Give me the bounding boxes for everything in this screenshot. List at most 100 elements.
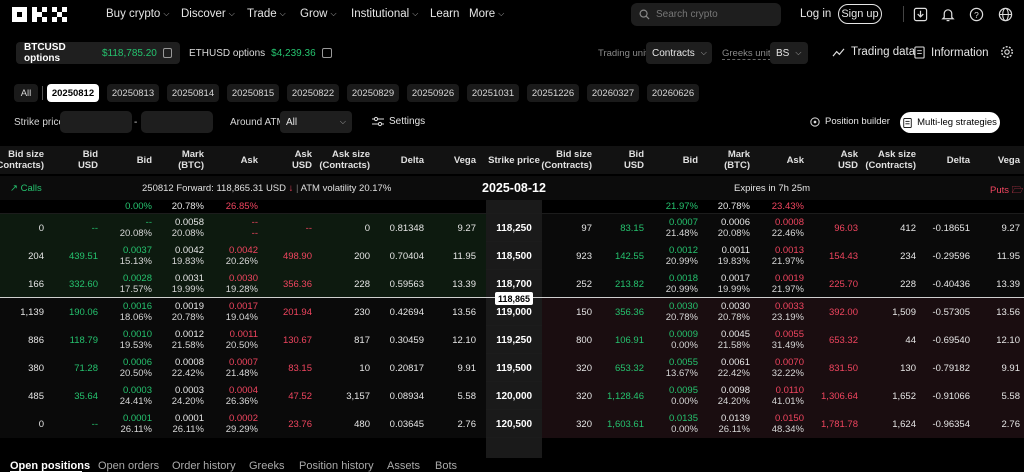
call-cell-4[interactable]: 0.0030 19.28% — [208, 270, 262, 298]
copy-icon[interactable] — [321, 48, 332, 58]
put-cell-2[interactable]: 0.0055 13.67% — [648, 354, 702, 382]
date-chip-20250926[interactable]: 20250926 — [407, 84, 459, 102]
date-chip-20250822[interactable]: 20250822 — [287, 84, 339, 102]
table-row[interactable]: 485 35.64 0.0003 24.41% 0.0003 24.20% 0.0004 26… — [0, 382, 1024, 410]
calls-trend-icon: ↗ — [10, 183, 18, 194]
table-row[interactable]: 380 71.28 0.0006 20.50% 0.0008 22.42% 0.0007 21… — [0, 354, 1024, 382]
table-row[interactable]: 0 -- -- 20.08% 0.0058 20.08% -- -- -- 0 0.81348 9.2… — [0, 214, 1024, 242]
call-cell-2[interactable]: 0.0028 17.57% — [102, 270, 156, 298]
around-atm-select[interactable]: All ⌵ — [280, 111, 352, 133]
globe-icon[interactable] — [996, 5, 1014, 23]
nav-trade[interactable]: Trade ⌵ — [247, 8, 286, 20]
tab-assets[interactable]: Assets — [387, 460, 420, 472]
call-cell-2[interactable]: 0.0003 24.41% — [102, 382, 156, 410]
date-chip-all[interactable]: All — [14, 84, 38, 102]
date-chip-20260327[interactable]: 20260327 — [587, 84, 639, 102]
tab-greeks[interactable]: Greeks — [249, 460, 284, 472]
market-ethusd-options[interactable]: ETHUSD options $4,239.36 — [181, 42, 340, 64]
date-chip-20250812[interactable]: 20250812 — [47, 84, 99, 102]
help-icon[interactable]: ? — [967, 5, 985, 23]
put-cell-4[interactable]: 0.0033 23.19% — [754, 298, 808, 326]
put-cell-2[interactable]: 0.0018 20.99% — [648, 270, 702, 298]
put-cell-2[interactable]: 0.0007 21.48% — [648, 214, 702, 242]
date-chip-20260626[interactable]: 20260626 — [647, 84, 699, 102]
put-cell-2[interactable]: 0.0095 0.00% — [648, 382, 702, 410]
date-chip-20251031[interactable]: 20251031 — [467, 84, 519, 102]
nav-learn[interactable]: Learn — [430, 8, 459, 20]
put-cell-4[interactable]: 0.0008 22.46% — [754, 214, 808, 242]
put-cell-3: 0.0011 19.83% — [717, 245, 750, 267]
date-chip-20251226[interactable]: 20251226 — [527, 84, 579, 102]
put-cell-0: 252 — [576, 278, 592, 290]
call-cell-4[interactable]: 0.0002 29.29% — [208, 410, 262, 438]
call-cell-4[interactable]: -- -- — [208, 214, 262, 242]
date-chip-20250829[interactable]: 20250829 — [347, 84, 399, 102]
greeks-unit-select[interactable]: BS ⌵ — [770, 42, 808, 64]
trading-unit-select[interactable]: Contracts ⌵ — [646, 42, 712, 64]
call-cell-4[interactable]: 0.0017 19.04% — [208, 298, 262, 326]
call-cell-2[interactable]: 0.0001 26.11% — [102, 410, 156, 438]
put-cell-4[interactable]: 0.0019 21.97% — [754, 270, 808, 298]
search-input[interactable]: Search crypto — [631, 3, 781, 26]
table-row[interactable]: 204 439.51 0.0037 15.13% 0.0042 19.83% 0.0042 2… — [0, 242, 1024, 270]
call-cell-2[interactable]: -- 20.08% — [102, 214, 156, 242]
call-cell-2[interactable]: 0.0016 18.06% — [102, 298, 156, 326]
puts-header-1: Bid USD — [623, 149, 644, 171]
puts-header-4: Ask — [786, 154, 804, 166]
market-btcusd-options[interactable]: BTCUSD options $118,785.20 — [16, 42, 180, 64]
signup-button[interactable]: Sign up — [838, 4, 882, 24]
tab-bots[interactable]: Bots — [435, 460, 457, 472]
tab-order-history[interactable]: Order history — [172, 460, 236, 472]
calls-header-5: Ask USD — [291, 149, 312, 171]
put-cell-4[interactable]: 0.0150 48.34% — [754, 410, 808, 438]
strike-price-cell: 120,500 — [495, 418, 533, 430]
put-cell-6: 1,509 — [892, 306, 916, 318]
call-cell-4[interactable]: 0.0004 26.36% — [208, 382, 262, 410]
put-cell-2[interactable]: 0.0012 20.99% — [648, 242, 702, 270]
nav-more[interactable]: More ⌵ — [469, 8, 504, 20]
put-cell-2[interactable]: 0.0009 0.00% — [648, 326, 702, 354]
market-label: BTCUSD options — [24, 42, 66, 64]
put-cell-2[interactable]: 0.0135 0.00% — [648, 410, 702, 438]
login-link[interactable]: Log in — [800, 8, 831, 20]
date-chip-20250815[interactable]: 20250815 — [227, 84, 279, 102]
strike-range-dash: - — [134, 117, 138, 128]
call-cell-8: 2.76 — [457, 418, 477, 430]
call-cell-0: 166 — [28, 278, 44, 290]
call-cell-3: 0.0012 21.58% — [171, 329, 204, 351]
strike-max-input[interactable] — [141, 111, 213, 133]
trading-data-button[interactable]: Trading data — [832, 46, 915, 58]
date-chip-20250814[interactable]: 20250814 — [167, 84, 219, 102]
nav-discover[interactable]: Discover ⌵ — [181, 8, 235, 20]
gear-icon[interactable] — [998, 43, 1016, 61]
nav-institutional[interactable]: Institutional ⌵ — [351, 8, 418, 20]
call-cell-4[interactable]: 0.0042 20.26% — [208, 242, 262, 270]
settings-button[interactable]: Settings — [372, 116, 425, 127]
put-cell-4[interactable]: 0.0070 32.22% — [754, 354, 808, 382]
okx-logo[interactable] — [12, 7, 72, 23]
table-row[interactable]: 0 -- 0.0001 26.11% 0.0001 26.11% 0.0002 29.29% 2… — [0, 410, 1024, 438]
bell-icon[interactable] — [939, 5, 957, 23]
call-cell-2[interactable]: 0.0006 20.50% — [102, 354, 156, 382]
put-cell-2[interactable]: 0.0030 20.78% — [648, 298, 702, 326]
tab-open-orders[interactable]: Open orders — [98, 460, 159, 472]
nav-grow[interactable]: Grow ⌵ — [300, 8, 337, 20]
table-row[interactable]: 886 118.79 0.0010 19.53% 0.0012 21.58% 0.0011 2… — [0, 326, 1024, 354]
put-cell-4[interactable]: 0.0013 21.97% — [754, 242, 808, 270]
multi-leg-strategies-button[interactable]: Multi-leg strategies — [900, 112, 1000, 133]
copy-icon[interactable] — [162, 48, 172, 58]
call-cell-2[interactable]: 0.0037 15.13% — [102, 242, 156, 270]
strike-min-input[interactable] — [60, 111, 132, 133]
information-button[interactable]: Information — [914, 46, 989, 59]
put-cell-4[interactable]: 0.0110 41.01% — [754, 382, 808, 410]
put-cell-4[interactable]: 0.0055 31.49% — [754, 326, 808, 354]
put-cell-5: 96.03 — [834, 222, 858, 234]
nav-buy-crypto[interactable]: Buy crypto ⌵ — [106, 8, 169, 20]
call-cell-4[interactable]: 0.0007 21.48% — [208, 354, 262, 382]
date-chip-20250813[interactable]: 20250813 — [107, 84, 159, 102]
download-icon[interactable] — [911, 5, 929, 23]
tab-position-history[interactable]: Position history — [299, 460, 374, 472]
call-cell-4[interactable]: 0.0011 20.50% — [208, 326, 262, 354]
call-cell-2[interactable]: 0.0010 19.53% — [102, 326, 156, 354]
position-builder-button[interactable]: Position builder — [810, 116, 890, 127]
